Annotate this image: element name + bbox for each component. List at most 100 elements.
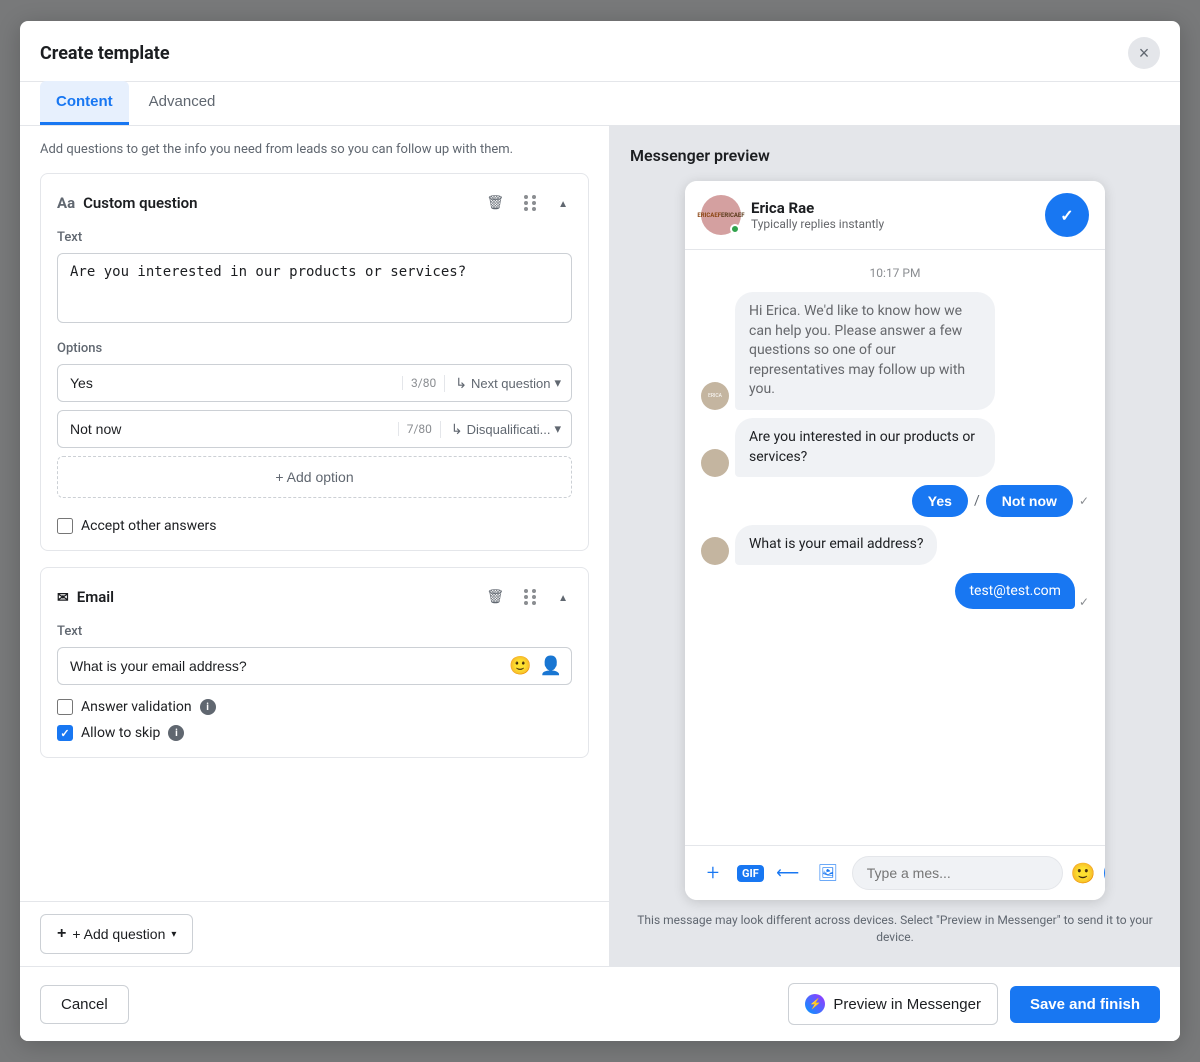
drag-email-question-button[interactable] [520, 585, 542, 609]
card-header-custom: Aa Custom question [57, 190, 572, 216]
accept-other-row: Accept other answers [57, 518, 572, 534]
avatar-wrapper: ERICAEF [701, 195, 741, 235]
chat-body: 10:17 PM ERICA Hi Erica. We'd like to kn… [685, 250, 1105, 845]
email-check-icon: ✓ [1079, 595, 1089, 609]
card-actions-custom [482, 190, 572, 216]
delete-email-question-button[interactable] [482, 584, 508, 610]
online-dot [730, 224, 740, 234]
chat-name: Erica Rae [751, 199, 884, 217]
chat-name-status: Erica Rae Typically replies instantly [751, 199, 884, 231]
tab-content[interactable]: Content [40, 81, 129, 125]
drag-handle-icon [524, 195, 538, 211]
options-label: Options [57, 341, 572, 356]
tabs-bar: Content Advanced [20, 81, 1180, 126]
collapse-email-question-button[interactable] [554, 584, 572, 610]
email-text-label: Text [57, 624, 572, 639]
plus-action-button[interactable]: + [697, 857, 729, 889]
answer-validation-checkbox[interactable] [57, 699, 73, 715]
add-option-button[interactable]: + Add option [57, 456, 572, 498]
reply-not-now-button[interactable]: Not now [986, 485, 1073, 517]
email-text-input-wrapper: 🙂 👤 [57, 647, 572, 685]
input-icons: 🙂 👤 [509, 656, 562, 677]
option-not-now-action-button[interactable]: ↳ Disqualificati... ▾ [440, 421, 571, 438]
preview-messenger-button[interactable]: ⚡ Preview in Messenger [788, 983, 998, 1025]
sticker-button[interactable]: ⟵ [772, 857, 804, 889]
option-yes-action-label: Next question [471, 376, 551, 391]
option-yes-input[interactable] [58, 365, 402, 401]
accept-other-checkbox[interactable] [57, 518, 73, 534]
email-text-input[interactable] [57, 647, 572, 685]
emoji-icon[interactable]: 🙂 [509, 656, 531, 677]
footer-right: ⚡ Preview in Messenger Save and finish [788, 983, 1160, 1025]
answer-validation-info-icon[interactable]: i [200, 699, 216, 715]
modal-body: Add questions to get the info you need f… [20, 126, 1180, 966]
allow-skip-info-icon[interactable]: i [168, 725, 184, 741]
trash-icon [486, 194, 504, 211]
like-button[interactable]: 👍 [1104, 857, 1105, 889]
option-row-yes: 3/80 ↳ Next question ▾ [57, 364, 572, 402]
message-email-reply: test@test.com ✓ [701, 573, 1089, 609]
answer-validation-label: Answer validation [81, 699, 192, 715]
emoji-chat-icon[interactable]: 🙂 [1071, 861, 1096, 885]
collapse-custom-question-button[interactable] [554, 190, 572, 216]
reply-separator: / [974, 493, 980, 509]
create-template-modal: Create template × Content Advanced Add q… [20, 21, 1180, 1041]
tab-advanced[interactable]: Advanced [133, 81, 232, 125]
msg-avatar-3 [701, 537, 729, 565]
chat-input-bar: + GIF ⟵ 🖼 🙂 👍 [685, 845, 1105, 900]
text-field-label: Text [57, 230, 572, 245]
accept-other-label: Accept other answers [81, 518, 217, 534]
right-panel: Messenger preview ERICAEF [610, 126, 1180, 966]
cancel-button[interactable]: Cancel [40, 985, 129, 1024]
add-question-label: + Add question [72, 926, 165, 942]
card-title-custom: Aa Custom question [57, 194, 198, 212]
gif-button[interactable]: GIF [737, 865, 764, 882]
email-icon [57, 588, 69, 606]
trash-icon-2 [486, 588, 504, 605]
card-header-email: Email [57, 584, 572, 610]
add-question-button[interactable]: + + Add question ▾ [40, 914, 193, 954]
chevron-down-icon: ▾ [554, 375, 561, 391]
question-2-bubble: What is your email address? [735, 525, 937, 565]
preview-notice: This message may look different across d… [630, 912, 1160, 946]
add-question-bar: + + Add question ▾ [20, 901, 609, 966]
preview-messenger-label: Preview in Messenger [833, 996, 981, 1013]
verified-button[interactable]: ✓ [1045, 193, 1089, 237]
reply-options: Yes / Not now ✓ [701, 485, 1089, 517]
preview-title: Messenger preview [630, 146, 1160, 165]
option-not-now-action-label: Disqualificati... [467, 422, 551, 437]
card-actions-email [482, 584, 572, 610]
email-reply-bubble: test@test.com [955, 573, 1074, 609]
avatar-label: ERICAEF [721, 212, 745, 219]
delete-custom-question-button[interactable] [482, 190, 508, 216]
drag-custom-question-button[interactable] [520, 191, 542, 215]
reply-yes-button[interactable]: Yes [912, 485, 968, 517]
chat-profile: ERICAEF Erica Rae Typically replies inst… [701, 195, 884, 235]
intro-bubble: Hi Erica. We'd like to know how we can h… [735, 292, 995, 410]
person-icon[interactable]: 👤 [540, 656, 562, 677]
plus-icon: + [57, 925, 66, 943]
custom-question-text-input[interactable]: Are you interested in our products or se… [57, 253, 572, 323]
message-question-2: What is your email address? [701, 525, 1089, 565]
modal-title: Create template [40, 43, 170, 76]
drag-handle-icon-2 [524, 589, 538, 605]
close-button[interactable]: × [1128, 37, 1160, 69]
dropdown-arrow-icon: ▾ [171, 929, 176, 940]
question-1-bubble: Are you interested in our products or se… [735, 418, 995, 477]
option-not-now-input[interactable] [58, 411, 398, 447]
save-finish-button[interactable]: Save and finish [1010, 986, 1160, 1023]
chevron-down-icon-2: ▾ [554, 421, 561, 437]
msg-avatar-2 [701, 449, 729, 477]
left-panel: Add questions to get the info you need f… [20, 126, 610, 966]
option-yes-action-button[interactable]: ↳ Next question ▾ [444, 375, 571, 392]
allow-skip-row: Allow to skip i [57, 725, 572, 741]
modal-header: Create template × [20, 21, 1180, 82]
custom-question-title: Custom question [83, 194, 197, 212]
card-title-email: Email [57, 588, 114, 606]
chat-text-input[interactable] [852, 856, 1063, 890]
messenger-icon: ⚡ [805, 994, 825, 1014]
photo-button[interactable]: 🖼 [812, 857, 844, 889]
allow-skip-checkbox[interactable] [57, 725, 73, 741]
email-question-title: Email [77, 588, 114, 606]
checkmark-icon: ✓ [1060, 206, 1073, 225]
